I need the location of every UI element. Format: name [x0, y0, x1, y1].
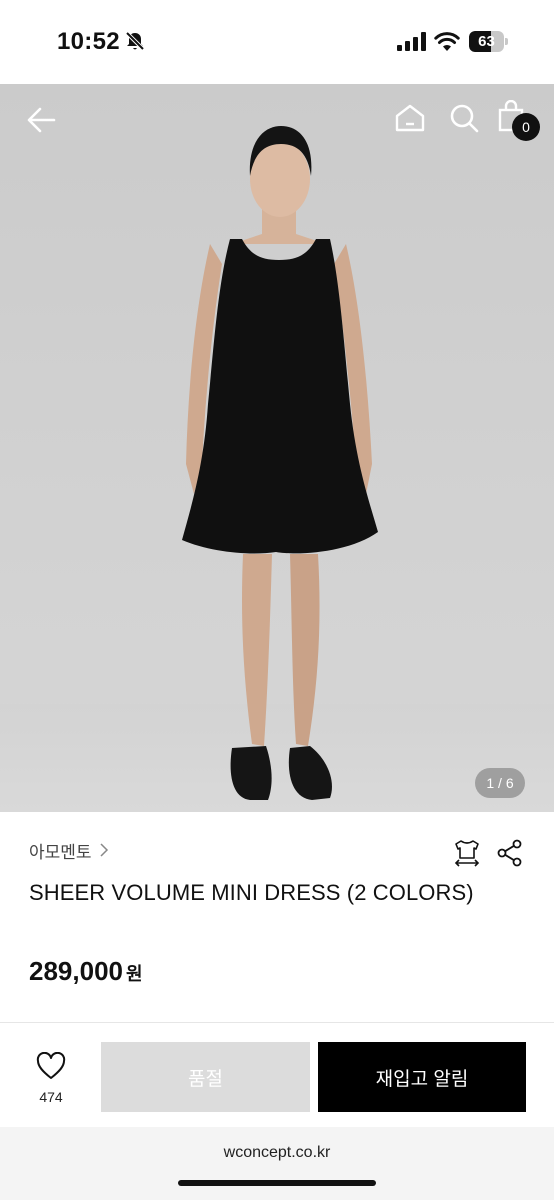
home-icon[interactable]: [394, 102, 426, 134]
image-pager: 1 / 6: [475, 768, 525, 798]
chevron-right-icon: [100, 843, 108, 857]
brand-name: 아모멘토: [29, 842, 92, 862]
share-icon[interactable]: [496, 838, 524, 868]
home-indicator[interactable]: [178, 1180, 376, 1186]
brand-link[interactable]: 아모멘토: [29, 838, 110, 862]
bell-muted-icon: [125, 31, 145, 51]
price-value: 289,000: [29, 956, 123, 986]
back-arrow-icon[interactable]: [24, 104, 60, 136]
like-count: 474: [39, 1089, 63, 1105]
battery-percent: 63: [478, 33, 495, 50]
signal-icon: [397, 32, 426, 51]
size-guide-icon[interactable]: [452, 838, 482, 868]
heart-icon: [36, 1051, 66, 1079]
cart-count-badge: 0: [512, 113, 540, 141]
product-title: SHEER VOLUME MINI DRESS (2 COLORS): [29, 880, 474, 905]
wifi-icon: [434, 32, 460, 51]
divider: [0, 1022, 554, 1023]
status-time: 10:52: [57, 28, 120, 55]
battery-icon: 63: [469, 31, 509, 52]
restock-notify-button[interactable]: 재입고 알림: [318, 1042, 526, 1112]
status-bar: 10:52 63: [0, 0, 554, 84]
browser-url-bar[interactable]: [0, 1127, 554, 1200]
like-button[interactable]: 474: [28, 1051, 74, 1110]
url-text: wconcept.co.kr: [223, 1144, 331, 1161]
price: 289,000 원: [29, 956, 143, 987]
search-icon[interactable]: [448, 102, 480, 134]
soldout-button: 품절: [101, 1042, 310, 1112]
product-image-gallery[interactable]: 1 / 6: [0, 84, 554, 812]
price-currency: 원: [125, 964, 143, 984]
product-photo: [182, 126, 378, 800]
